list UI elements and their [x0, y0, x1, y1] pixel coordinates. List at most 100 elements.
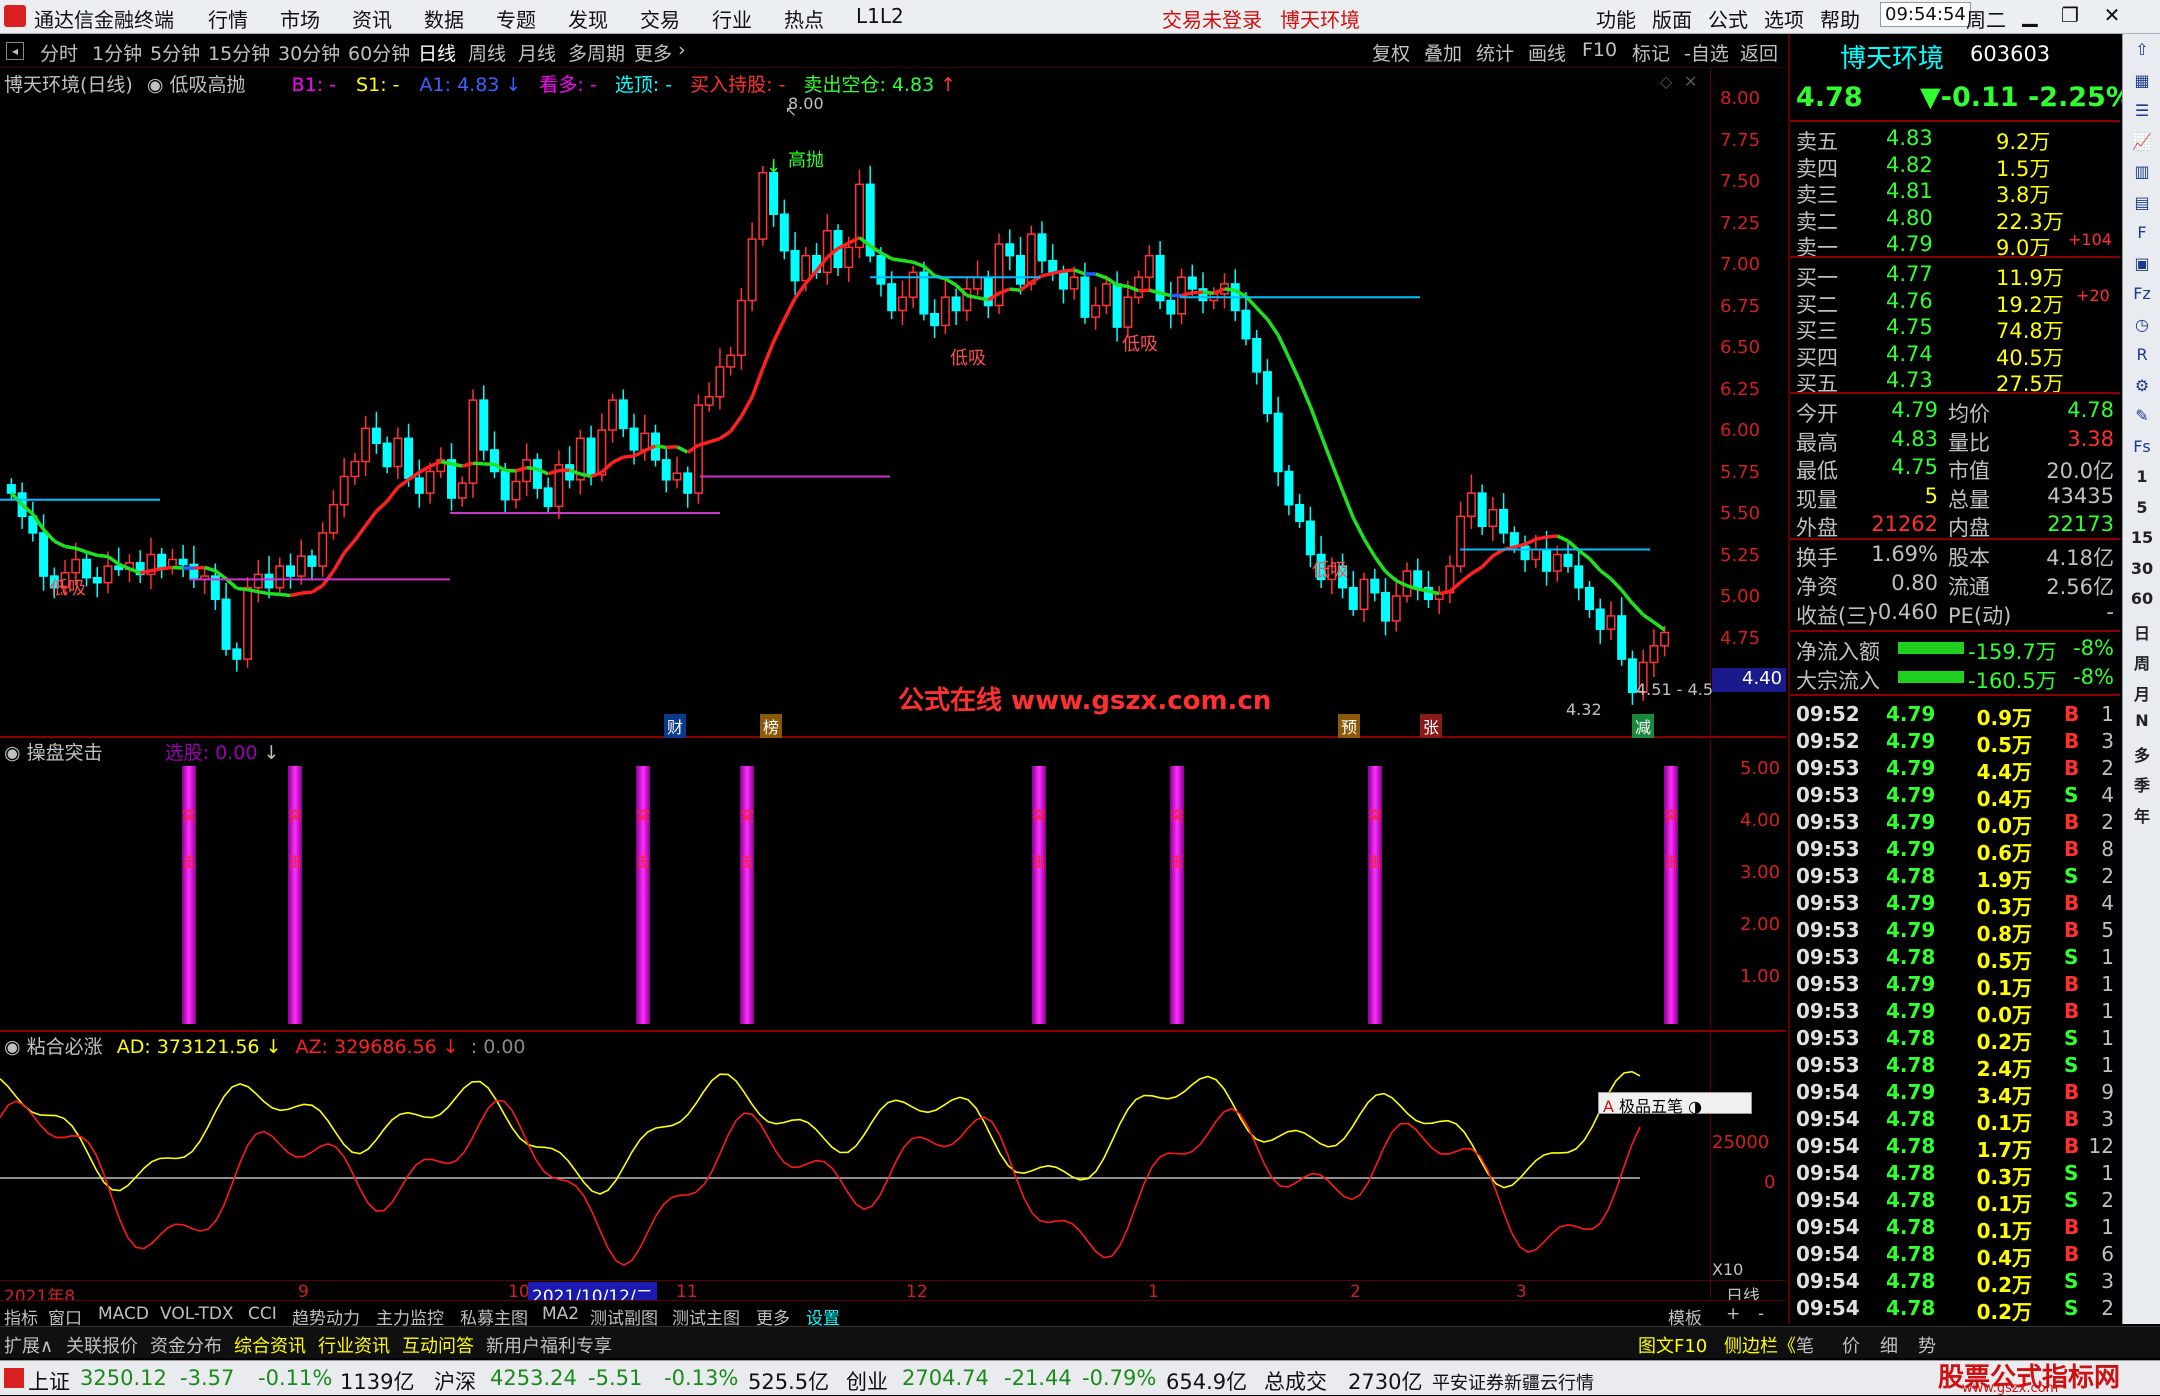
f10-icon[interactable]: F	[2128, 223, 2156, 247]
menu-zhuanti[interactable]: 专题	[496, 4, 536, 33]
btn-biaoji[interactable]: 标记	[1632, 39, 1670, 66]
info-tab-right-3[interactable]: 价	[1842, 1332, 1860, 1358]
period-月[interactable]: 月	[2128, 681, 2156, 705]
tf-multi[interactable]: 多周期	[568, 39, 625, 66]
btn-diejia[interactable]: 叠加	[1424, 39, 1462, 66]
btn-f10[interactable]: F10	[1582, 39, 1617, 61]
menu-l1l2[interactable]: L1L2	[856, 4, 904, 28]
btn-zixuan[interactable]: -自选	[1684, 39, 1729, 66]
info-tab-0[interactable]: 扩展∧	[4, 1332, 53, 1358]
tf-more[interactable]: 更多	[634, 39, 672, 66]
tf-5min[interactable]: 5分钟	[150, 39, 200, 66]
grid-icon[interactable]: ▦	[2128, 71, 2156, 95]
info-tab-right-4[interactable]: 细	[1880, 1332, 1898, 1358]
menu-gongneng[interactable]: 功能	[1596, 4, 1636, 33]
info-tab-right-2[interactable]: 笔	[1796, 1332, 1814, 1358]
period-5[interactable]: 5	[2128, 498, 2156, 522]
tf-fenshi[interactable]: 分时	[40, 39, 78, 66]
event-zhang[interactable]: 张	[1420, 714, 1442, 738]
event-bang[interactable]: 榜	[760, 714, 782, 738]
candle-icon[interactable]: ▥	[2128, 162, 2156, 186]
gear-icon[interactable]: ⚙	[2128, 376, 2156, 400]
tf-weekly[interactable]: 周线	[468, 39, 506, 66]
tab-3[interactable]: VOL-TDX	[160, 1304, 234, 1324]
period-年[interactable]: 年	[2128, 803, 2156, 827]
menu-redian[interactable]: 热点	[784, 4, 824, 33]
list-icon[interactable]: ☰	[2128, 101, 2156, 125]
info-tab-right-0[interactable]: 图文F10	[1638, 1332, 1707, 1358]
panel2-name[interactable]: 操盘突击	[27, 742, 103, 764]
info-tab-1[interactable]: 关联报价	[66, 1332, 138, 1358]
tf-60min[interactable]: 60分钟	[348, 39, 410, 66]
menu-zixun[interactable]: 资讯	[352, 4, 392, 33]
btn-huaxian[interactable]: 画线	[1528, 39, 1566, 66]
menu-faxian[interactable]: 发现	[568, 4, 608, 33]
minimize-icon[interactable]: ▁	[2016, 3, 2044, 29]
tab-4[interactable]: CCI	[248, 1304, 277, 1324]
bid-row: 买一4.7711.9万	[1796, 262, 2116, 289]
rsi-icon[interactable]: R	[2128, 345, 2156, 369]
period-季[interactable]: 季	[2128, 772, 2156, 796]
info-tab-4[interactable]: 行业资讯	[318, 1332, 390, 1358]
menu-bangzhu[interactable]: 帮助	[1820, 4, 1860, 33]
menu-banmian[interactable]: 版面	[1652, 4, 1692, 33]
menu-hangqing[interactable]: 行情	[208, 4, 248, 33]
chevron-right-icon[interactable]: ›	[678, 39, 686, 61]
news-icon[interactable]: ▤	[2128, 193, 2156, 217]
btn-tongji[interactable]: 统计	[1476, 39, 1514, 66]
info-tab-3[interactable]: 综合资讯	[234, 1332, 306, 1358]
period-15[interactable]: 15	[2128, 528, 2156, 552]
panel2-dot-icon[interactable]: ◉	[4, 742, 21, 764]
info-tab-2[interactable]: 资金分布	[150, 1332, 222, 1358]
menu-shichang[interactable]: 市场	[280, 4, 320, 33]
tf-15min[interactable]: 15分钟	[208, 39, 270, 66]
info-tab-right-1[interactable]: 侧边栏《	[1724, 1332, 1796, 1358]
clock-icon[interactable]: ◷	[2128, 315, 2156, 339]
event-yu[interactable]: 预	[1338, 714, 1360, 738]
candle-body	[1081, 277, 1089, 317]
fs-icon[interactable]: Fs	[2128, 437, 2156, 461]
sh-label[interactable]: 上证	[28, 1366, 70, 1396]
menu-xuanxiang[interactable]: 选项	[1764, 4, 1804, 33]
tick-time: 09:54	[1796, 1296, 1860, 1320]
menu-gongshi[interactable]: 公式	[1708, 4, 1748, 33]
period-1[interactable]: 1	[2128, 467, 2156, 491]
collapse-icon[interactable]: ◂	[6, 42, 24, 60]
cy-label[interactable]: 创业	[846, 1366, 888, 1396]
event-cai[interactable]: 财	[664, 714, 686, 738]
period-60[interactable]: 60	[2128, 589, 2156, 613]
btn-fanhui[interactable]: 返回	[1740, 39, 1778, 66]
tf-daily[interactable]: 日线	[418, 39, 456, 66]
close-icon[interactable]: ✕	[2098, 3, 2126, 29]
trend-icon[interactable]: 📈	[2128, 132, 2156, 156]
info-tab-right-5[interactable]: 势	[1918, 1332, 1936, 1358]
pen-icon[interactable]: ✎	[2128, 406, 2156, 430]
menu-jiaoyi[interactable]: 交易	[640, 4, 680, 33]
tf-30min[interactable]: 30分钟	[278, 39, 340, 66]
chart-area[interactable]: 博天环境(日线) ◉ 低吸高抛 B1: - S1: - A1: 4.83 ↓ 看…	[0, 68, 1786, 1300]
tf-monthly[interactable]: 月线	[518, 39, 556, 66]
period-日[interactable]: 日	[2128, 620, 2156, 644]
restore-icon[interactable]: ❐	[2056, 3, 2084, 29]
hs-label[interactable]: 沪深	[434, 1366, 476, 1396]
tf-1min[interactable]: 1分钟	[92, 39, 142, 66]
period-周[interactable]: 周	[2128, 650, 2156, 674]
period-多[interactable]: 多	[2128, 742, 2156, 766]
login-status[interactable]: 交易未登录	[1162, 4, 1262, 33]
info-tab-6[interactable]: 新用户福利专享	[486, 1332, 612, 1358]
menu-shuju[interactable]: 数据	[424, 4, 464, 33]
tab-right-1[interactable]: +	[1726, 1304, 1740, 1324]
menu-hangye[interactable]: 行业	[712, 4, 752, 33]
period-N[interactable]: N	[2128, 711, 2156, 735]
tab-2[interactable]: MACD	[98, 1304, 149, 1324]
ime-popup[interactable]: A 极品五笔 ◑	[1598, 1092, 1752, 1114]
tab-8[interactable]: MA2	[542, 1304, 579, 1324]
event-jian[interactable]: 减	[1632, 714, 1654, 738]
btn-fuquan[interactable]: 复权	[1372, 39, 1410, 66]
tab-right-2[interactable]: -	[1758, 1304, 1764, 1324]
period-30[interactable]: 30	[2128, 559, 2156, 583]
f2-icon[interactable]: Fz	[2128, 284, 2156, 308]
info-tab-5[interactable]: 互动问答	[402, 1332, 474, 1358]
up-arrow-icon[interactable]: ⇧	[2128, 40, 2156, 64]
blocks-icon[interactable]: ▣	[2128, 254, 2156, 278]
